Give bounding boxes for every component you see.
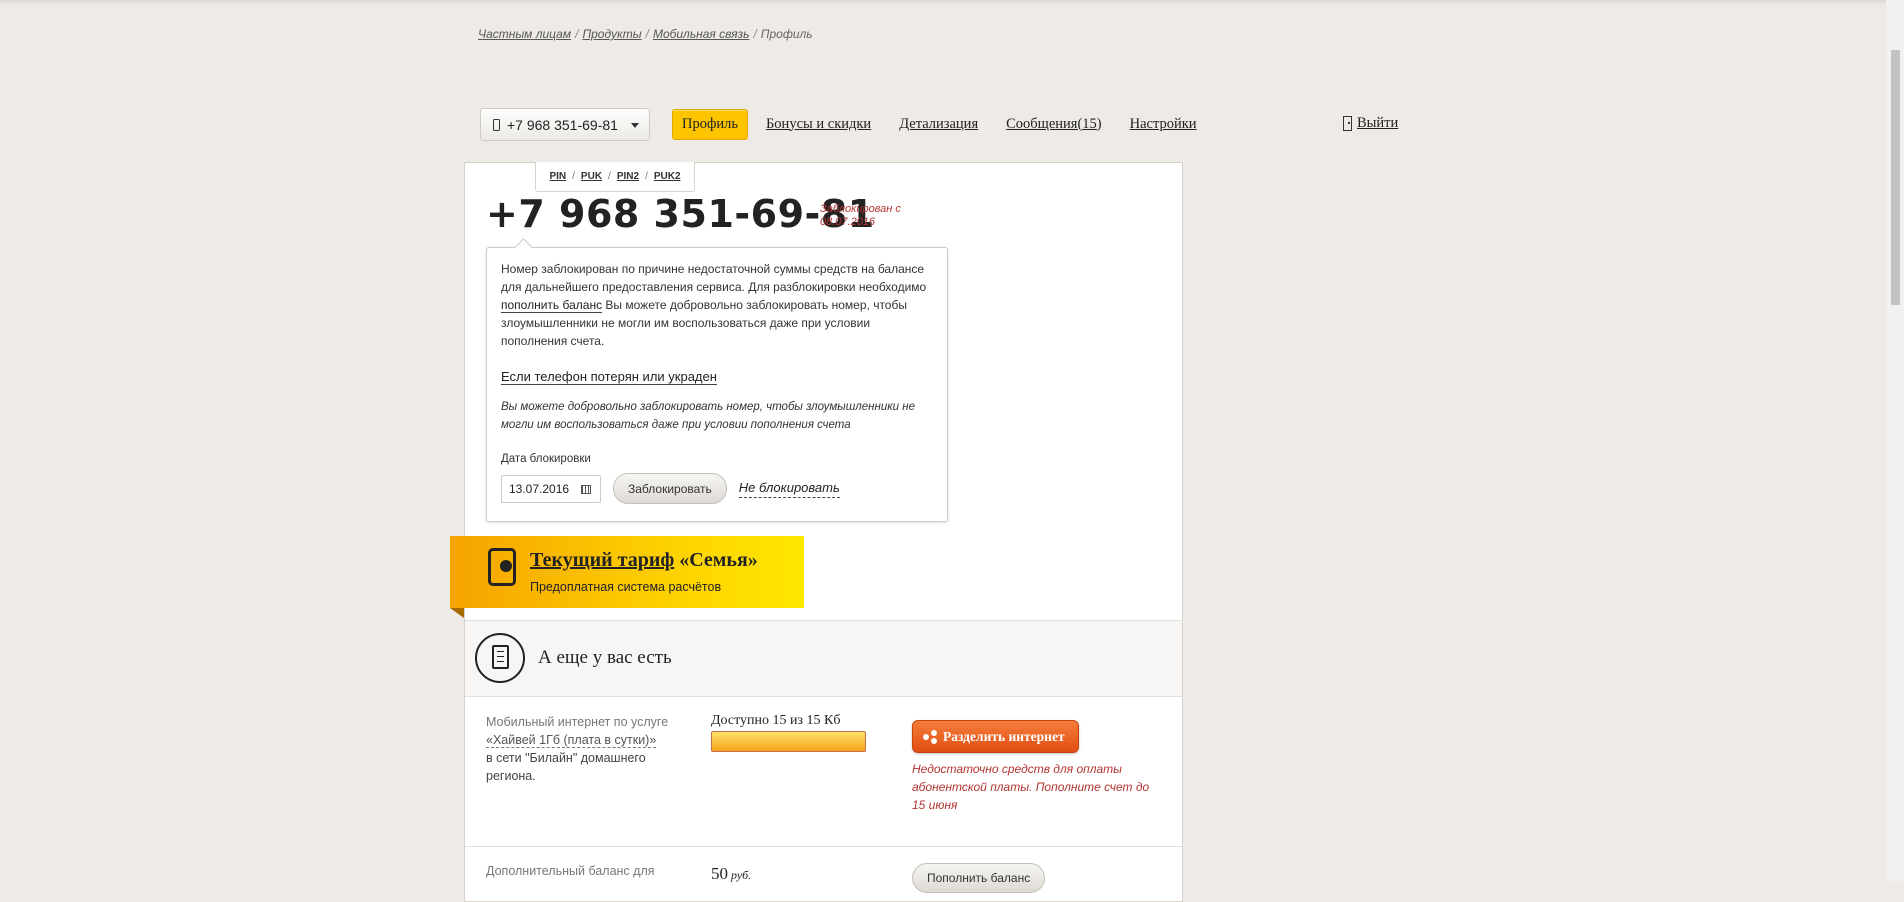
tariff-title: Текущий тариф «Семья» xyxy=(530,549,758,572)
tab-messages[interactable]: Сообщения(15) xyxy=(1006,116,1102,133)
block-button[interactable]: Заблокировать xyxy=(613,473,727,504)
tariff-phone-icon xyxy=(488,548,516,586)
checklist-icon xyxy=(475,633,525,683)
block-date-label: Дата блокировки xyxy=(501,453,591,465)
top-up-link[interactable]: пополнить баланс xyxy=(501,298,603,313)
puk-link[interactable]: PUK xyxy=(581,171,602,182)
extra-services-title: А еще у вас есть xyxy=(538,647,672,668)
breadcrumb-item[interactable]: Мобильная связь xyxy=(653,27,750,41)
calendar-icon[interactable] xyxy=(581,484,591,494)
traffic-progress-bar xyxy=(711,731,866,752)
lost-phone-link[interactable]: Если телефон потерян или украден xyxy=(501,369,717,385)
current-tariff-banner: Текущий тариф «Семья» Предоплатная систе… xyxy=(450,536,804,608)
chevron-down-icon xyxy=(631,123,639,128)
tab-profile[interactable]: Профиль xyxy=(672,108,748,140)
breadcrumb-item[interactable]: Частным лицам xyxy=(478,27,571,41)
banner-fold xyxy=(450,608,464,618)
extra-balance-label: Дополнительный баланс для xyxy=(486,864,655,878)
tariff-name: «Семья» xyxy=(679,549,758,571)
balance-amount: 50 xyxy=(711,864,728,883)
voluntary-block-text: Вы можете добровольно заблокировать номе… xyxy=(501,401,915,431)
section-divider xyxy=(465,846,1182,847)
pin-link[interactable]: PIN xyxy=(549,171,566,182)
balance-unit: руб. xyxy=(731,868,752,882)
block-info-popup: Номер заблокирован по причине недостаточ… xyxy=(486,238,948,522)
no-block-link[interactable]: Не блокировать xyxy=(738,479,840,498)
tab-details[interactable]: Детализация xyxy=(899,116,978,133)
current-tariff-link[interactable]: Текущий тариф xyxy=(530,549,674,571)
logout[interactable]: Выйти xyxy=(1343,115,1398,132)
mobile-phone-icon xyxy=(493,118,500,131)
profile-nav: Профиль Бонусы и скидки Детализация Сооб… xyxy=(672,108,1225,140)
service-link[interactable]: «Хайвей 1Гб (плата в сутки)» xyxy=(486,733,657,748)
tab-bonuses[interactable]: Бонусы и скидки xyxy=(766,116,871,133)
blocked-status: Заблокирован с 08.07.2016 xyxy=(820,203,901,228)
door-icon xyxy=(1343,116,1352,131)
phone-number-select[interactable]: +7 968 351-69-81 xyxy=(480,108,650,141)
scrollbar-thumb[interactable] xyxy=(1891,50,1900,305)
share-icon xyxy=(923,729,937,744)
scrollbar[interactable] xyxy=(1886,0,1904,881)
breadcrumb-current: Профиль xyxy=(760,27,813,41)
block-reason-text: Номер заблокирован по причине недостаточ… xyxy=(501,260,933,350)
service-suffix: в сети "Билайн" домашнего региона. xyxy=(486,751,646,783)
extra-services-header: А еще у вас есть xyxy=(465,620,1182,697)
share-internet-label: Разделить интернет xyxy=(943,728,1065,744)
insufficient-funds-warning: Недостаточно средств для оплаты абонентс… xyxy=(912,762,1150,812)
top-shadow xyxy=(0,0,1886,5)
traffic-available-text: Доступно 15 из 15 Кб xyxy=(711,713,841,728)
breadcrumb-item[interactable]: Продукты xyxy=(582,27,641,41)
reason-text-1: Номер заблокирован по причине недостаточ… xyxy=(501,262,927,294)
service-prefix: Мобильный интернет по услуге xyxy=(486,715,669,729)
top-up-balance-button[interactable]: Пополнить баланс xyxy=(912,863,1046,893)
phone-number-title: +7 968 351-69-81 xyxy=(486,192,875,236)
share-internet-button[interactable]: Разделить интернет xyxy=(912,720,1079,753)
phone-select-value: +7 968 351-69-81 xyxy=(507,116,618,133)
block-date-value: 13.07.2016 xyxy=(509,481,570,496)
internet-service-description: Мобильный интернет по услуге «Хайвей 1Гб… xyxy=(486,713,686,785)
puk2-link[interactable]: PUK2 xyxy=(654,171,681,182)
breadcrumb: Частным лицам / Продукты / Мобильная связь / П… xyxy=(478,27,813,41)
extra-balance-value: 50 руб. xyxy=(711,864,751,884)
tab-settings[interactable]: Настройки xyxy=(1130,116,1197,133)
pin2-link[interactable]: PIN2 xyxy=(617,171,639,182)
logout-link[interactable]: Выйти xyxy=(1357,115,1398,132)
block-date-input[interactable]: 13.07.2016 xyxy=(501,474,601,503)
tariff-subtitle: Предоплатная система расчётов xyxy=(530,580,722,594)
pin-codes-tab: PIN / PUK / PIN2/ PUK2 xyxy=(535,162,695,192)
